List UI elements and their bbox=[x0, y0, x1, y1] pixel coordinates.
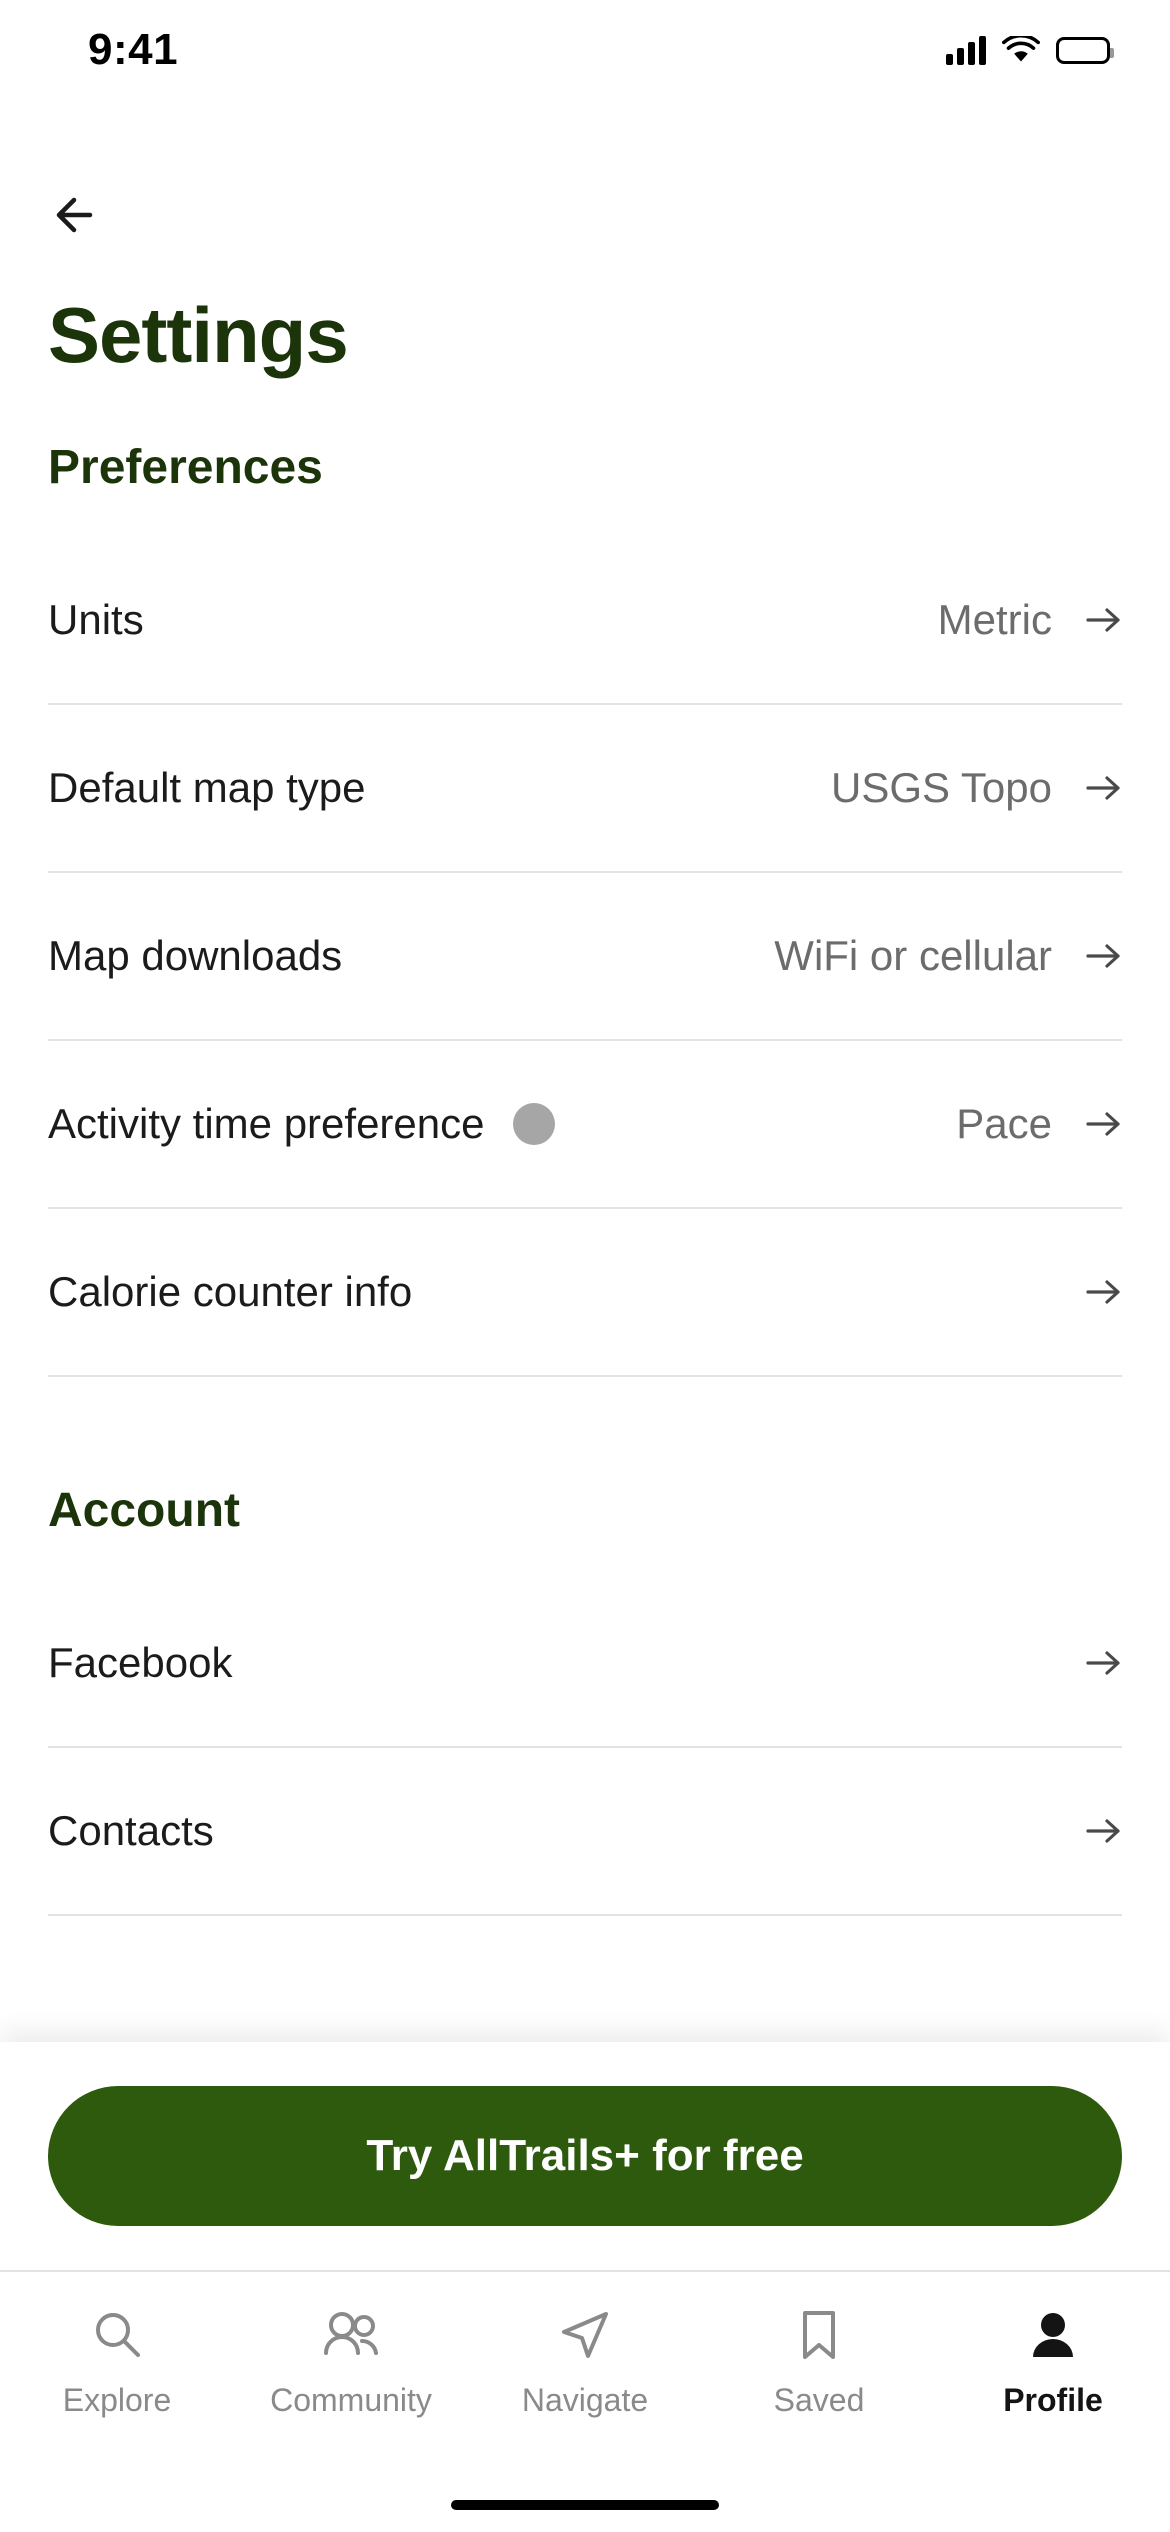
section-heading-preferences: Preferences bbox=[48, 441, 323, 494]
chevron-right-arrow-icon bbox=[1086, 941, 1122, 971]
cellular-signal-icon bbox=[946, 35, 986, 65]
row-value: Metric bbox=[937, 596, 1052, 643]
settings-row-units[interactable]: Units Metric bbox=[48, 537, 1122, 705]
chevron-right-arrow-icon bbox=[1086, 1277, 1122, 1307]
row-label: Activity time preference bbox=[48, 1100, 485, 1147]
row-right bbox=[1052, 1277, 1122, 1307]
row-left: Contacts bbox=[48, 1807, 214, 1855]
chevron-right-arrow-icon bbox=[1086, 1816, 1122, 1846]
row-label: Contacts bbox=[48, 1807, 214, 1854]
cta-container: Try AllTrails+ for free bbox=[0, 2042, 1170, 2270]
tab-navigate[interactable]: Navigate bbox=[468, 2304, 702, 2419]
bottom-tab-bar: Explore Community Navigate Saved Profile bbox=[0, 2270, 1170, 2532]
row-value: Pace bbox=[956, 1100, 1052, 1147]
tab-saved[interactable]: Saved bbox=[702, 2304, 936, 2419]
people-icon bbox=[318, 2304, 384, 2366]
chevron-right-arrow-icon bbox=[1086, 605, 1122, 635]
row-left: Facebook bbox=[48, 1639, 232, 1687]
row-right: USGS Topo bbox=[831, 764, 1122, 812]
row-left: Units bbox=[48, 596, 144, 644]
page-title: Settings bbox=[48, 291, 349, 379]
row-label: Calorie counter info bbox=[48, 1268, 413, 1315]
tab-explore[interactable]: Explore bbox=[0, 2304, 234, 2419]
try-alltrails-plus-button[interactable]: Try AllTrails+ for free bbox=[48, 2086, 1122, 2226]
tab-label: Profile bbox=[1003, 2382, 1103, 2418]
row-left: Calorie counter info bbox=[48, 1268, 412, 1316]
back-button[interactable] bbox=[0, 160, 1170, 270]
settings-row-default-map-type[interactable]: Default map type USGS Topo bbox=[48, 705, 1122, 873]
row-value: USGS Topo bbox=[830, 764, 1052, 811]
chevron-right-arrow-icon bbox=[1086, 1648, 1122, 1678]
touch-indicator-dot bbox=[512, 1103, 555, 1145]
status-indicators bbox=[946, 34, 1114, 65]
row-label: Default map type bbox=[48, 764, 366, 811]
row-value: WiFi or cellular bbox=[774, 932, 1052, 979]
chevron-right-arrow-icon bbox=[1086, 1109, 1122, 1139]
row-label: Facebook bbox=[48, 1639, 233, 1686]
person-filled-icon bbox=[1023, 2304, 1083, 2366]
chevron-right-arrow-icon bbox=[1086, 773, 1122, 803]
row-right: WiFi or cellular bbox=[774, 932, 1122, 980]
wifi-icon bbox=[1002, 34, 1040, 64]
row-right bbox=[1052, 1816, 1122, 1846]
settings-content: Preferences Units Metric Default map typ… bbox=[0, 440, 1170, 2020]
settings-row-activity-time-preference[interactable]: Activity time preference Pace bbox=[48, 1041, 1122, 1209]
settings-row-facebook[interactable]: Facebook bbox=[48, 1580, 1122, 1748]
tab-label: Saved bbox=[773, 2382, 865, 2418]
tab-label: Navigate bbox=[521, 2382, 649, 2418]
navigate-arrow-icon bbox=[555, 2304, 615, 2366]
row-left: Map downloads bbox=[48, 932, 342, 980]
settings-row-map-downloads[interactable]: Map downloads WiFi or cellular bbox=[48, 873, 1122, 1041]
row-left: Activity time preference bbox=[48, 1100, 555, 1148]
tab-label: Explore bbox=[62, 2382, 172, 2418]
row-right: Metric bbox=[938, 596, 1122, 644]
section-heading-account: Account bbox=[48, 1484, 240, 1537]
status-bar: 9:41 bbox=[0, 0, 1170, 100]
tab-profile[interactable]: Profile bbox=[936, 2304, 1170, 2419]
row-left: Default map type bbox=[48, 764, 366, 812]
row-label: Map downloads bbox=[48, 932, 343, 979]
row-right: Pace bbox=[956, 1100, 1122, 1148]
settings-row-contacts[interactable]: Contacts bbox=[48, 1748, 1122, 1916]
settings-row-calorie-counter-info[interactable]: Calorie counter info bbox=[48, 1209, 1122, 1377]
search-icon bbox=[87, 2304, 147, 2366]
tab-community[interactable]: Community bbox=[234, 2304, 468, 2419]
row-label: Units bbox=[48, 596, 144, 643]
battery-full-icon bbox=[1056, 36, 1114, 64]
bookmark-icon bbox=[795, 2304, 843, 2366]
back-arrow-icon[interactable] bbox=[50, 184, 112, 246]
home-indicator bbox=[451, 2500, 719, 2510]
row-right bbox=[1052, 1648, 1122, 1678]
status-time: 9:41 bbox=[88, 25, 179, 74]
settings-screen: 9:41 Settings Preferences Units Metric D… bbox=[0, 0, 1170, 2532]
tab-label: Community bbox=[270, 2382, 432, 2418]
